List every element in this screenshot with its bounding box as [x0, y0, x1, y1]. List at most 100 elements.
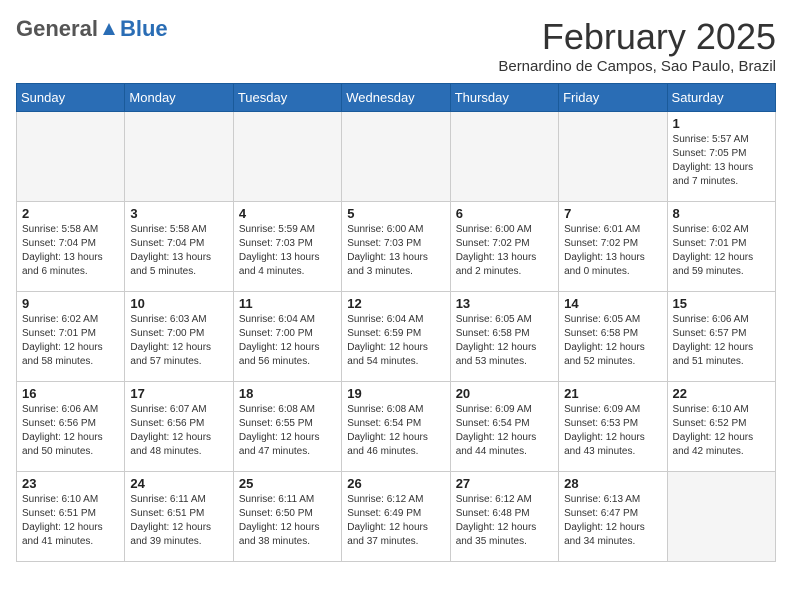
day-info: Sunrise: 6:02 AM Sunset: 7:01 PM Dayligh… — [673, 223, 770, 279]
calendar-day — [667, 472, 775, 562]
logo-general-text: General — [16, 16, 98, 42]
day-number: 4 — [239, 206, 336, 221]
day-number: 18 — [239, 386, 336, 401]
day-info: Sunrise: 6:03 AM Sunset: 7:00 PM Dayligh… — [130, 313, 227, 369]
logo-blue-text: Blue — [120, 16, 168, 42]
calendar-day: 18 Sunrise: 6:08 AM Sunset: 6:55 PM Dayli… — [233, 382, 341, 472]
calendar-day: 12Sunrise: 6:04 AM Sunset: 6:59 PM Dayli… — [342, 292, 450, 382]
calendar-day: 27 Sunrise: 6:12 AM Sunset: 6:48 PM Dayli… — [450, 472, 558, 562]
day-number: 9 — [22, 296, 119, 311]
day-number: 11 — [239, 296, 336, 311]
day-info: Sunrise: 6:12 AM Sunset: 6:49 PM Dayligh… — [347, 493, 444, 549]
calendar-header-saturday: Saturday — [667, 84, 775, 112]
day-info: Sunrise: 6:08 AM Sunset: 6:55 PM Dayligh… — [239, 403, 336, 459]
day-number: 22 — [673, 386, 770, 401]
calendar-day: 20 Sunrise: 6:09 AM Sunset: 6:54 PM Dayli… — [450, 382, 558, 472]
page-header: General Blue February 2025 Bernardino de… — [16, 16, 776, 75]
day-info: Sunrise: 6:00 AM Sunset: 7:03 PM Dayligh… — [347, 223, 444, 279]
day-info: Sunrise: 6:06 AM Sunset: 6:57 PM Dayligh… — [673, 313, 770, 369]
day-info: Sunrise: 6:04 AM Sunset: 7:00 PM Dayligh… — [239, 313, 336, 369]
day-number: 15 — [673, 296, 770, 311]
calendar-header-sunday: Sunday — [17, 84, 125, 112]
day-info: Sunrise: 6:08 AM Sunset: 6:54 PM Dayligh… — [347, 403, 444, 459]
calendar-header-tuesday: Tuesday — [233, 84, 341, 112]
day-info: Sunrise: 6:12 AM Sunset: 6:48 PM Dayligh… — [456, 493, 553, 549]
day-info: Sunrise: 6:11 AM Sunset: 6:50 PM Dayligh… — [239, 493, 336, 549]
calendar-day — [450, 112, 558, 202]
calendar-day: 16 Sunrise: 6:06 AM Sunset: 6:56 PM Dayli… — [17, 382, 125, 472]
day-number: 6 — [456, 206, 553, 221]
day-number: 12 — [347, 296, 444, 311]
calendar-day: 22 Sunrise: 6:10 AM Sunset: 6:52 PM Dayli… — [667, 382, 775, 472]
day-number: 14 — [564, 296, 661, 311]
day-info: Sunrise: 6:09 AM Sunset: 6:53 PM Dayligh… — [564, 403, 661, 459]
calendar-day: 11 Sunrise: 6:04 AM Sunset: 7:00 PM Dayli… — [233, 292, 341, 382]
day-info: Sunrise: 6:13 AM Sunset: 6:47 PM Dayligh… — [564, 493, 661, 549]
day-info: Sunrise: 6:07 AM Sunset: 6:56 PM Dayligh… — [130, 403, 227, 459]
day-number: 21 — [564, 386, 661, 401]
calendar-day — [17, 112, 125, 202]
calendar-day: 2 Sunrise: 5:58 AM Sunset: 7:04 PM Daylig… — [17, 202, 125, 292]
calendar-day: 7 Sunrise: 6:01 AM Sunset: 7:02 PM Daylig… — [559, 202, 667, 292]
calendar-header-row: SundayMondayTuesdayWednesdayThursdayFrid… — [17, 84, 776, 112]
day-info: Sunrise: 6:01 AM Sunset: 7:02 PM Dayligh… — [564, 223, 661, 279]
day-info: Sunrise: 6:00 AM Sunset: 7:02 PM Dayligh… — [456, 223, 553, 279]
day-number: 20 — [456, 386, 553, 401]
calendar-week-1: 1 Sunrise: 5:57 AM Sunset: 7:05 PM Daylig… — [17, 112, 776, 202]
calendar-day — [559, 112, 667, 202]
day-number: 27 — [456, 476, 553, 491]
calendar-day: 1 Sunrise: 5:57 AM Sunset: 7:05 PM Daylig… — [667, 112, 775, 202]
day-info: Sunrise: 6:10 AM Sunset: 6:52 PM Dayligh… — [673, 403, 770, 459]
day-info: Sunrise: 6:09 AM Sunset: 6:54 PM Dayligh… — [456, 403, 553, 459]
day-number: 5 — [347, 206, 444, 221]
calendar-day — [125, 112, 233, 202]
day-number: 7 — [564, 206, 661, 221]
calendar-week-2: 2 Sunrise: 5:58 AM Sunset: 7:04 PM Daylig… — [17, 202, 776, 292]
day-info: Sunrise: 6:02 AM Sunset: 7:01 PM Dayligh… — [22, 313, 119, 369]
calendar-day: 4Sunrise: 5:59 AM Sunset: 7:03 PM Daylig… — [233, 202, 341, 292]
day-number: 23 — [22, 476, 119, 491]
calendar-header-monday: Monday — [125, 84, 233, 112]
calendar-day: 25 Sunrise: 6:11 AM Sunset: 6:50 PM Dayli… — [233, 472, 341, 562]
day-info: Sunrise: 5:57 AM Sunset: 7:05 PM Dayligh… — [673, 133, 770, 189]
calendar-day: 15 Sunrise: 6:06 AM Sunset: 6:57 PM Dayli… — [667, 292, 775, 382]
day-info: Sunrise: 6:05 AM Sunset: 6:58 PM Dayligh… — [456, 313, 553, 369]
day-info: Sunrise: 5:58 AM Sunset: 7:04 PM Dayligh… — [22, 223, 119, 279]
day-number: 2 — [22, 206, 119, 221]
calendar-day: 13Sunrise: 6:05 AM Sunset: 6:58 PM Dayli… — [450, 292, 558, 382]
day-number: 19 — [347, 386, 444, 401]
calendar-header-friday: Friday — [559, 84, 667, 112]
day-number: 24 — [130, 476, 227, 491]
calendar-day: 17 Sunrise: 6:07 AM Sunset: 6:56 PM Dayli… — [125, 382, 233, 472]
day-info: Sunrise: 6:06 AM Sunset: 6:56 PM Dayligh… — [22, 403, 119, 459]
calendar-week-5: 23 Sunrise: 6:10 AM Sunset: 6:51 PM Dayli… — [17, 472, 776, 562]
day-number: 17 — [130, 386, 227, 401]
calendar-day: 9 Sunrise: 6:02 AM Sunset: 7:01 PM Daylig… — [17, 292, 125, 382]
day-number: 10 — [130, 296, 227, 311]
calendar-day: 23 Sunrise: 6:10 AM Sunset: 6:51 PM Dayli… — [17, 472, 125, 562]
calendar-header-wednesday: Wednesday — [342, 84, 450, 112]
calendar-day: 28 Sunrise: 6:13 AM Sunset: 6:47 PM Dayli… — [559, 472, 667, 562]
calendar-day: 21 Sunrise: 6:09 AM Sunset: 6:53 PM Dayli… — [559, 382, 667, 472]
day-info: Sunrise: 6:10 AM Sunset: 6:51 PM Dayligh… — [22, 493, 119, 549]
day-number: 16 — [22, 386, 119, 401]
calendar-day: 8 Sunrise: 6:02 AM Sunset: 7:01 PM Daylig… — [667, 202, 775, 292]
day-number: 3 — [130, 206, 227, 221]
calendar-day: 19 Sunrise: 6:08 AM Sunset: 6:54 PM Dayli… — [342, 382, 450, 472]
day-number: 25 — [239, 476, 336, 491]
calendar-day: 14Sunrise: 6:05 AM Sunset: 6:58 PM Dayli… — [559, 292, 667, 382]
calendar-header-thursday: Thursday — [450, 84, 558, 112]
calendar-week-4: 16 Sunrise: 6:06 AM Sunset: 6:56 PM Dayli… — [17, 382, 776, 472]
calendar-day: 10 Sunrise: 6:03 AM Sunset: 7:00 PM Dayli… — [125, 292, 233, 382]
day-number: 28 — [564, 476, 661, 491]
day-number: 26 — [347, 476, 444, 491]
logo: General Blue — [16, 16, 168, 42]
calendar-day: 6 Sunrise: 6:00 AM Sunset: 7:02 PM Daylig… — [450, 202, 558, 292]
calendar-day — [342, 112, 450, 202]
day-info: Sunrise: 6:11 AM Sunset: 6:51 PM Dayligh… — [130, 493, 227, 549]
logo-icon — [100, 20, 118, 38]
calendar-day: 26 Sunrise: 6:12 AM Sunset: 6:49 PM Dayli… — [342, 472, 450, 562]
month-title: February 2025 — [498, 16, 776, 58]
day-number: 8 — [673, 206, 770, 221]
day-number: 1 — [673, 116, 770, 131]
